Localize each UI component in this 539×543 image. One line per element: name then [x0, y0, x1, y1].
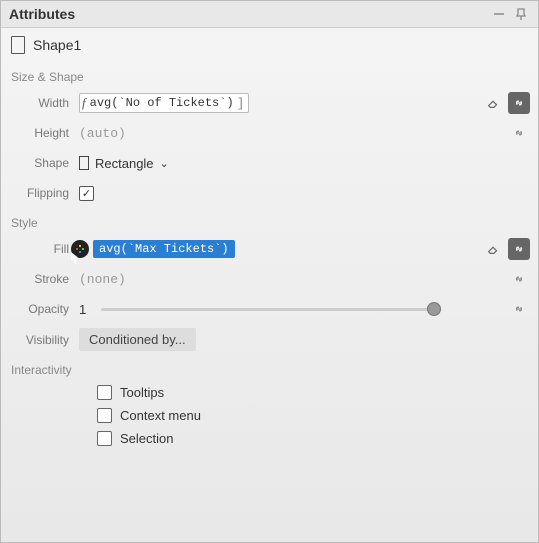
chevron-down-icon: ⌄	[160, 157, 169, 170]
section-size-shape: Size & Shape	[1, 62, 538, 88]
fill-link-button[interactable]	[508, 238, 530, 260]
section-interactivity: Interactivity	[1, 355, 538, 381]
section-style: Style	[1, 208, 538, 234]
pin-icon[interactable]	[512, 5, 530, 23]
visibility-label: Visibility	[9, 333, 79, 347]
tooltips-row: Tooltips	[1, 381, 538, 404]
shape-row: Shape Rectangle ⌄	[1, 148, 538, 178]
opacity-slider[interactable]	[101, 299, 441, 319]
context-menu-label: Context menu	[120, 408, 201, 423]
tooltips-checkbox[interactable]	[97, 385, 112, 400]
width-clear-button[interactable]	[482, 92, 504, 114]
context-menu-row: Context menu	[1, 404, 538, 427]
fill-label: Fill	[9, 242, 79, 256]
shape-identifier-row: Shape1	[1, 28, 538, 62]
rectangle-icon	[79, 156, 89, 170]
color-wheel-icon[interactable]	[71, 240, 89, 258]
visibility-row: Visibility Conditioned by...	[1, 324, 538, 355]
width-row: Width f avg(`No of Tickets`) ]	[1, 88, 538, 118]
opacity-row: Opacity 1	[1, 294, 538, 324]
shape-type-select[interactable]: Rectangle ⌄	[79, 156, 169, 171]
stroke-link-button[interactable]	[508, 268, 530, 290]
shape-glyph-icon	[11, 36, 25, 54]
stroke-row: Stroke (none)	[1, 264, 538, 294]
opacity-value[interactable]: 1	[79, 302, 91, 317]
visibility-conditioned-button[interactable]: Conditioned by...	[79, 328, 196, 351]
width-expression[interactable]: f avg(`No of Tickets`) ]	[79, 93, 249, 113]
width-expr-text: avg(`No of Tickets`)	[90, 96, 234, 110]
stroke-label: Stroke	[9, 272, 79, 286]
height-link-button[interactable]	[508, 122, 530, 144]
selection-row: Selection	[1, 427, 538, 450]
panel-title: Attributes	[9, 6, 486, 22]
flipping-checkbox[interactable]	[79, 186, 94, 201]
slider-thumb[interactable]	[427, 302, 441, 316]
width-link-button[interactable]	[508, 92, 530, 114]
bracket-close-icon: ]	[237, 96, 245, 111]
fill-expression[interactable]: avg(`Max Tickets`)	[93, 240, 235, 258]
shape-type-value: Rectangle	[95, 156, 154, 171]
selection-label: Selection	[120, 431, 173, 446]
opacity-label: Opacity	[9, 302, 79, 316]
stroke-value[interactable]: (none)	[79, 272, 126, 287]
height-label: Height	[9, 126, 79, 140]
minimize-icon[interactable]	[490, 5, 508, 23]
selection-checkbox[interactable]	[97, 431, 112, 446]
fill-clear-button[interactable]	[482, 238, 504, 260]
flipping-row: Flipping	[1, 178, 538, 208]
width-label: Width	[9, 96, 79, 110]
tooltips-label: Tooltips	[120, 385, 164, 400]
fx-icon: f	[82, 95, 86, 111]
shape-name: Shape1	[33, 37, 81, 53]
panel-header: Attributes	[1, 1, 538, 28]
shape-label: Shape	[9, 156, 79, 170]
fill-row: Fill avg(`Max Tickets`)	[1, 234, 538, 264]
flipping-label: Flipping	[9, 186, 79, 200]
opacity-link-button[interactable]	[508, 298, 530, 320]
context-menu-checkbox[interactable]	[97, 408, 112, 423]
slider-track	[101, 308, 441, 311]
height-value[interactable]: (auto)	[79, 126, 126, 141]
height-row: Height (auto)	[1, 118, 538, 148]
